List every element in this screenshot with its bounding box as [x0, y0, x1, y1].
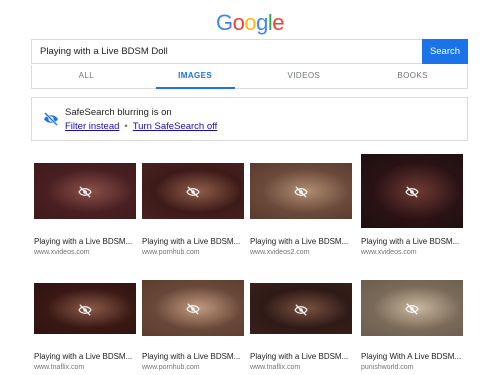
turn-safesearch-off-link[interactable]: Turn SafeSearch off: [133, 121, 218, 132]
eye-crossed-icon: [44, 112, 58, 126]
result-title[interactable]: Playing with a Live BDSM...: [361, 237, 459, 246]
logo-letter: e: [272, 10, 284, 35]
result-title[interactable]: Playing with a Live BDSM...: [142, 237, 240, 246]
eye-crossed-icon: [294, 303, 308, 316]
safesearch-notice: SafeSearch blurring is on Filter instead…: [31, 97, 468, 141]
logo-letter: o: [244, 10, 257, 35]
blurred-result-image[interactable]: [142, 280, 244, 336]
filter-instead-link[interactable]: Filter instead: [65, 121, 119, 132]
logo-letter: g: [256, 10, 268, 35]
result-domain: www.xvideos.com: [34, 249, 90, 256]
eye-crossed-icon: [78, 185, 92, 198]
eye-crossed-icon: [405, 185, 419, 198]
eye-crossed-icon: [294, 185, 308, 198]
safesearch-title: SafeSearch blurring is on: [65, 107, 172, 118]
result-domain: www.pornhub.com: [142, 249, 200, 256]
link-separator: •: [124, 121, 128, 132]
blurred-result-image[interactable]: [250, 283, 352, 334]
result-title[interactable]: Playing with a Live BDSM...: [34, 352, 132, 361]
search-input[interactable]: [32, 40, 423, 63]
search-bar: Search: [31, 39, 468, 64]
result-domain: www.xvideos2.com: [250, 249, 310, 256]
eye-crossed-icon: [186, 302, 200, 315]
result-title[interactable]: Playing With A Live BDSM...: [361, 352, 461, 361]
tab-books[interactable]: BOOKS: [358, 65, 467, 88]
result-title[interactable]: Playing with a Live BDSM...: [250, 237, 348, 246]
blurred-result-image[interactable]: [361, 280, 463, 336]
result-domain: punishworld.com: [361, 364, 414, 371]
result-domain: www.tnaflix.com: [250, 364, 301, 371]
google-logo[interactable]: Google: [0, 10, 500, 36]
blurred-result-image[interactable]: [34, 163, 136, 219]
eye-crossed-icon: [78, 303, 92, 316]
blurred-result-image[interactable]: [250, 163, 352, 219]
eye-crossed-icon: [186, 185, 200, 198]
blurred-result-image[interactable]: [361, 154, 463, 228]
safesearch-links: Filter instead • Turn SafeSearch off: [65, 121, 217, 132]
eye-crossed-icon: [405, 302, 419, 315]
result-domain: www.pornhub.com: [142, 364, 200, 371]
search-tabs: ALL IMAGES VIDEOS BOOKS: [31, 65, 468, 89]
result-domain: www.xvideos.com: [361, 249, 417, 256]
tab-all[interactable]: ALL: [32, 65, 141, 88]
tab-videos[interactable]: VIDEOS: [250, 65, 359, 88]
tab-images[interactable]: IMAGES: [141, 65, 250, 89]
logo-letter: G: [215, 10, 233, 35]
search-button[interactable]: Search: [422, 39, 468, 64]
logo-letter: o: [232, 10, 245, 35]
result-domain: www.tnaflix.com: [34, 364, 85, 371]
blurred-result-image[interactable]: [34, 283, 136, 334]
blurred-result-image[interactable]: [142, 163, 244, 219]
result-title[interactable]: Playing with a Live BDSM...: [34, 237, 132, 246]
result-title[interactable]: Playing with a Live BDSM...: [250, 352, 348, 361]
result-title[interactable]: Playing with a Live BDSM...: [142, 352, 240, 361]
